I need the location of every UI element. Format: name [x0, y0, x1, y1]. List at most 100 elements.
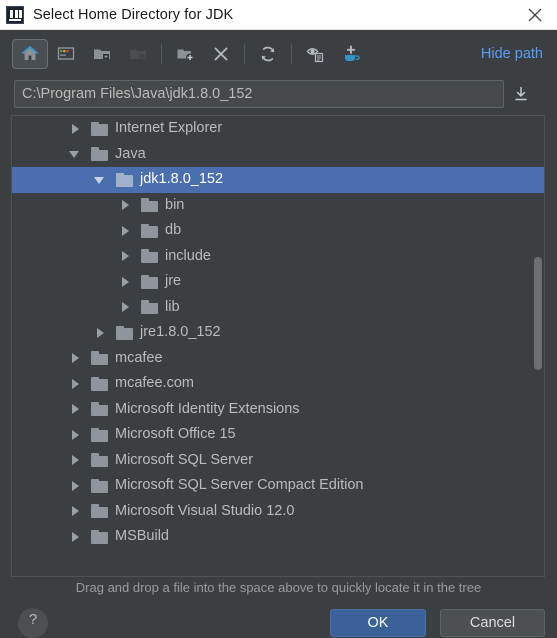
folder-icon — [116, 172, 133, 187]
close-icon — [528, 8, 542, 22]
tree-row-label: Internet Explorer — [115, 120, 223, 136]
folder-add-icon — [177, 49, 194, 62]
tree-row-label: lib — [165, 298, 180, 315]
help-button[interactable]: ? — [18, 608, 48, 638]
tree-row[interactable]: Microsoft Office 15 — [12, 422, 544, 448]
path-expand-button[interactable] — [504, 80, 538, 108]
tree-row[interactable]: Java — [12, 142, 544, 168]
chevron-right-icon[interactable] — [69, 377, 82, 390]
tree-row-label: bin — [165, 196, 185, 213]
chevron-right-icon[interactable] — [119, 224, 132, 237]
tree-row-label: mcafee — [115, 349, 163, 366]
desktop-button[interactable] — [48, 39, 84, 69]
desktop-icon — [57, 47, 75, 60]
tree-row[interactable]: mcafee.com — [12, 371, 544, 397]
chevron-right-icon[interactable] — [119, 301, 132, 314]
tree-row-label: db — [165, 222, 182, 238]
refresh-button[interactable] — [250, 39, 286, 69]
tree-row[interactable]: db — [12, 218, 544, 244]
chevron-right-icon[interactable] — [69, 505, 82, 518]
ok-button[interactable]: OK — [330, 609, 426, 637]
chevron-right-icon[interactable] — [119, 275, 132, 288]
tree-row[interactable]: Microsoft Visual Studio 12.0 — [12, 499, 544, 525]
path-row: C:\Program Files\Java\jdk1.8.0_152 — [14, 80, 543, 108]
folder-icon — [116, 325, 133, 340]
tree-row-label: Microsoft Identity Extensions — [115, 400, 300, 417]
hidden-files-icon — [306, 48, 324, 63]
folder-icon — [91, 453, 108, 468]
window-title: Select Home Directory for JDK — [33, 6, 234, 23]
chevron-right-icon[interactable] — [94, 326, 107, 339]
tree-row[interactable]: include — [12, 244, 544, 270]
chevron-right-icon[interactable] — [69, 479, 82, 492]
tree-scrollbar[interactable] — [532, 117, 543, 576]
cancel-button[interactable]: Cancel — [440, 609, 545, 637]
path-input[interactable]: C:\Program Files\Java\jdk1.8.0_152 — [14, 80, 504, 108]
folder-disabled-icon — [130, 49, 146, 60]
tree-row[interactable]: Microsoft Identity Extensions — [12, 397, 544, 423]
chevron-down-icon[interactable] — [69, 148, 82, 161]
tree-row-label: jre — [165, 273, 182, 289]
tree-row-label: MSBuild — [115, 528, 169, 544]
tree-row[interactable]: Internet Explorer — [12, 116, 544, 142]
toolbar-separator — [291, 44, 292, 64]
folder-icon — [141, 198, 158, 213]
chevron-right-icon[interactable] — [69, 352, 82, 365]
home-icon — [21, 46, 39, 60]
tree-row-label: mcafee.com — [115, 375, 194, 391]
chevron-right-icon[interactable] — [119, 199, 132, 212]
module-folder-button — [120, 39, 156, 69]
chevron-right-icon[interactable] — [69, 530, 82, 543]
folder-icon — [91, 147, 108, 162]
folder-icon — [91, 504, 108, 519]
tree-row-label: Microsoft Visual Studio 12.0 — [115, 502, 295, 519]
tree-scrollbar-thumb[interactable] — [534, 257, 542, 370]
show-hidden-files-button[interactable] — [297, 39, 333, 69]
jdk-add-icon — [345, 45, 360, 61]
intellij-idea-logo-icon — [6, 5, 24, 24]
tree-row-label: jdk1.8.0_152 — [140, 171, 224, 187]
chevron-right-icon[interactable] — [69, 454, 82, 467]
folder-icon — [91, 529, 108, 544]
folder-module-icon — [94, 49, 110, 60]
file-chooser-toolbar: Hide path — [0, 30, 557, 78]
tree-row-label: Microsoft SQL Server — [115, 451, 254, 468]
add-jdk-button[interactable] — [333, 39, 369, 69]
folder-icon — [91, 351, 108, 366]
tree-row[interactable]: jdk1.8.0_152 — [12, 167, 544, 193]
folder-icon — [91, 402, 108, 417]
chevron-right-icon[interactable] — [69, 403, 82, 416]
chevron-right-icon[interactable] — [119, 250, 132, 263]
tree-row-label: include — [165, 247, 211, 264]
delete-button[interactable] — [203, 39, 239, 69]
chevron-down-icon[interactable] — [94, 173, 107, 186]
toolbar-separator — [161, 44, 162, 64]
tree-row[interactable]: bin — [12, 193, 544, 219]
directory-tree: Internet Explorer Java jdk1.8.0_152bin db in… — [12, 116, 544, 550]
tree-row[interactable]: mcafee — [12, 346, 544, 372]
tree-row-label: Microsoft Office 15 — [115, 426, 236, 442]
folder-icon — [141, 223, 158, 238]
home-button[interactable] — [12, 39, 48, 69]
window-title-bar: Select Home Directory for JDK — [0, 0, 557, 30]
tree-row[interactable]: jre — [12, 269, 544, 295]
toolbar-separator — [244, 44, 245, 64]
refresh-icon — [261, 46, 275, 62]
tree-row[interactable]: Microsoft SQL Server — [12, 448, 544, 474]
project-folder-button[interactable] — [84, 39, 120, 69]
folder-icon — [91, 478, 108, 493]
new-folder-button[interactable] — [167, 39, 203, 69]
tree-row[interactable]: MSBuild — [12, 524, 544, 550]
directory-tree-panel[interactable]: Internet Explorer Java jdk1.8.0_152bin db in… — [11, 115, 545, 577]
close-window-button[interactable] — [513, 0, 557, 30]
tree-row[interactable]: Microsoft SQL Server Compact Edition — [12, 473, 544, 499]
folder-icon — [141, 274, 158, 289]
chevron-right-icon[interactable] — [69, 122, 82, 135]
tree-row-label: Java — [115, 145, 146, 162]
hide-path-link[interactable]: Hide path — [481, 46, 543, 62]
chevron-right-icon[interactable] — [69, 428, 82, 441]
folder-icon — [141, 249, 158, 264]
tree-row[interactable]: jre1.8.0_152 — [12, 320, 544, 346]
folder-icon — [91, 376, 108, 391]
tree-row[interactable]: lib — [12, 295, 544, 321]
